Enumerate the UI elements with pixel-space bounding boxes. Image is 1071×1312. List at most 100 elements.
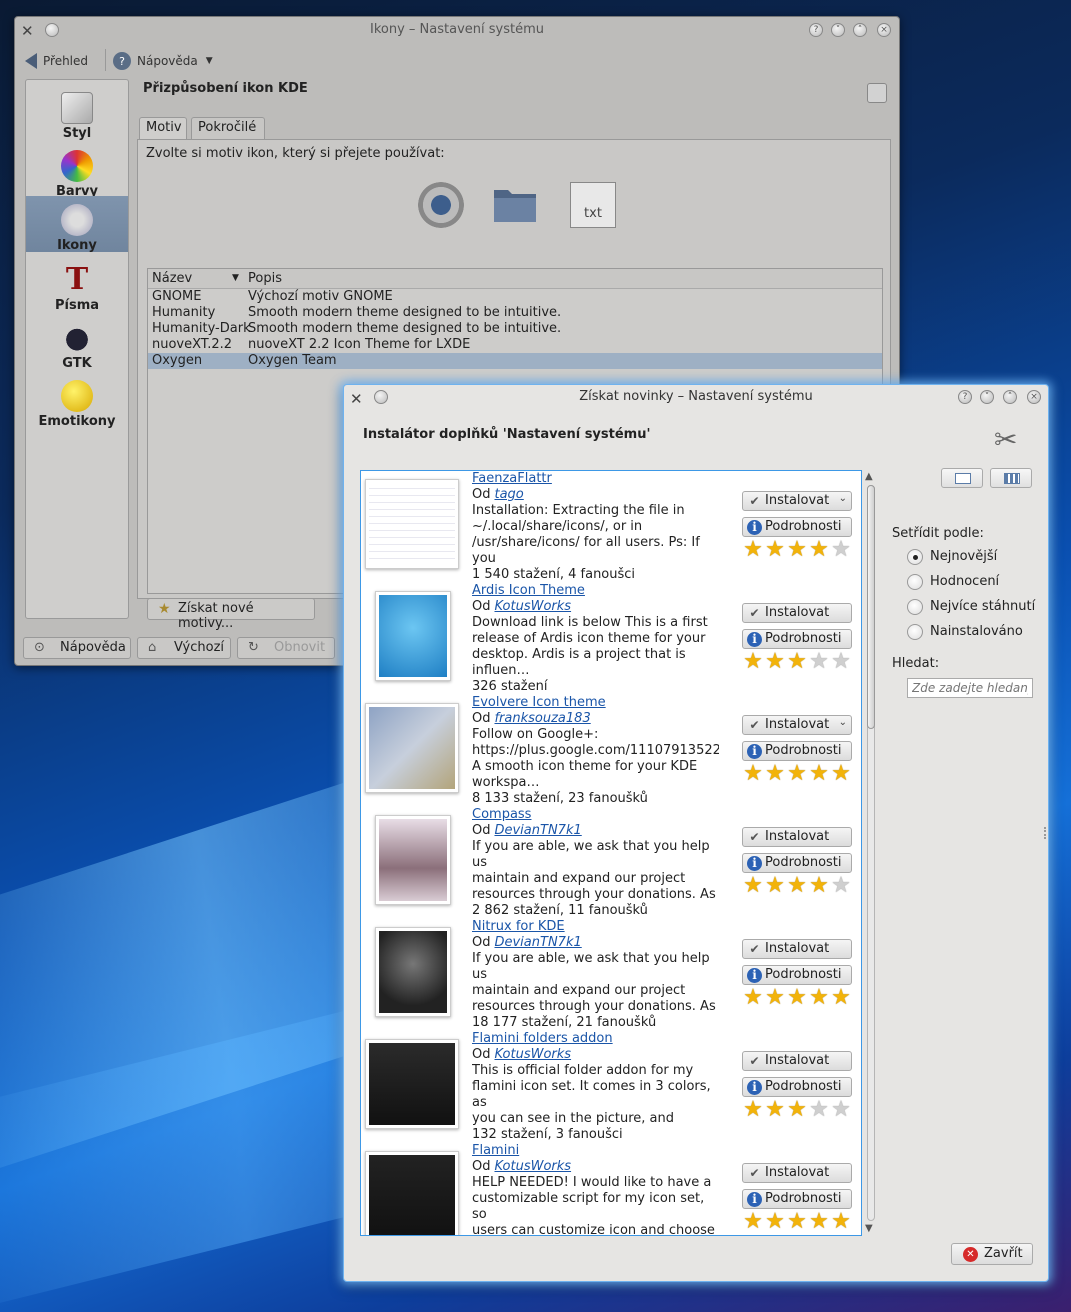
addon-thumbnail[interactable] xyxy=(365,1039,459,1129)
list-scrollbar[interactable]: ▲ ▼ xyxy=(864,471,878,1237)
sidebar-item-gtk[interactable]: GTK xyxy=(26,316,128,372)
sort-installed-radio[interactable] xyxy=(907,624,923,640)
tab-advanced[interactable]: Pokročilé xyxy=(191,117,265,139)
install-button[interactable]: ✔ Instalovat ⌄ xyxy=(742,491,852,511)
addon-author-link[interactable]: KotusWorks xyxy=(494,599,571,614)
install-button[interactable]: ✔ Instalovat xyxy=(742,939,852,959)
help-menu-button[interactable]: ? Nápověda ▼ xyxy=(113,49,213,73)
icons-view-button[interactable] xyxy=(990,468,1032,488)
addon-title-link[interactable]: Compass xyxy=(472,807,531,822)
details-label: Podrobnosti xyxy=(765,1079,842,1094)
addon-thumbnail[interactable] xyxy=(365,1151,459,1235)
minimize-icon[interactable]: ˅ xyxy=(980,390,994,404)
details-view-button[interactable] xyxy=(941,468,983,488)
titlebar[interactable]: ✕ Ikony – Nastavení systému ? ˅ ˄ × xyxy=(15,17,899,45)
addon-author-link[interactable]: KotusWorks xyxy=(494,1159,571,1174)
reset-button[interactable]: ↻ Obnovit xyxy=(237,637,335,659)
addon-title-link[interactable]: Evolvere Icon theme xyxy=(472,695,606,710)
addon-title-link[interactable]: Flamini folders addon xyxy=(472,1031,613,1046)
table-row[interactable]: GNOME Výchozí motiv GNOME xyxy=(148,289,882,305)
addon-title-link[interactable]: Nitrux for KDE xyxy=(472,919,565,934)
list-item[interactable]: Flamini folders addon Od KotusWorks This is… xyxy=(361,1031,861,1143)
help-button[interactable]: ⊙ Nápověda xyxy=(23,637,131,659)
close-icon[interactable]: × xyxy=(1027,390,1041,404)
install-button[interactable]: ✔ Instalovat xyxy=(742,1163,852,1183)
addon-thumbnail[interactable] xyxy=(375,927,451,1017)
help-icon[interactable]: ? xyxy=(809,23,823,37)
addon-thumbnail[interactable] xyxy=(375,815,451,905)
sort-installed-label[interactable]: Nainstalováno xyxy=(930,624,1023,639)
sort-downloads-label[interactable]: Nejvíce stáhnutí xyxy=(930,599,1035,614)
list-item[interactable]: Nitrux for KDE Od DevianTN7k1 If you are ab… xyxy=(361,919,861,1031)
details-label: Podrobnosti xyxy=(765,967,842,982)
list-item[interactable]: Compass Od DevianTN7k1 If you are able, we … xyxy=(361,807,861,919)
details-button[interactable]: i Podrobnosti xyxy=(742,741,852,761)
addon-author-link[interactable]: franksouza183 xyxy=(494,711,590,726)
configure-icon[interactable] xyxy=(867,83,887,103)
sort-downloads-radio[interactable] xyxy=(907,599,923,615)
details-button[interactable]: i Podrobnosti xyxy=(742,853,852,873)
sidebar-item-colors[interactable]: Barvy xyxy=(26,144,128,200)
addon-author-link[interactable]: DevianTN7k1 xyxy=(494,823,581,838)
table-row[interactable]: Humanity-Dark Smooth modern theme designe… xyxy=(148,321,882,337)
column-header-name[interactable]: Název xyxy=(152,271,192,286)
maximize-icon[interactable]: ˄ xyxy=(1003,390,1017,404)
theme-description: nuoveXT 2.2 Icon Theme for LXDE xyxy=(248,337,471,352)
get-new-themes-button[interactable]: ★ Získat nové motivy... xyxy=(147,598,315,631)
addon-thumbnail[interactable] xyxy=(365,479,459,569)
sidebar-item-fonts[interactable]: T Písma xyxy=(26,258,128,314)
scroll-up-icon[interactable]: ▲ xyxy=(865,471,873,482)
table-row-selected[interactable]: Oxygen Oxygen Team xyxy=(148,353,882,369)
details-button[interactable]: i Podrobnosti xyxy=(742,965,852,985)
sort-rating-radio[interactable] xyxy=(907,574,923,590)
list-item[interactable]: Flamini Od KotusWorks HELP NEEDED! I would … xyxy=(361,1143,861,1235)
chevron-down-icon[interactable]: ⌄ xyxy=(839,717,847,728)
install-button[interactable]: ✔ Instalovat xyxy=(742,1051,852,1071)
column-header-description[interactable]: Popis xyxy=(248,271,282,286)
search-input[interactable] xyxy=(907,678,1033,698)
overview-button[interactable]: Přehled xyxy=(25,49,88,73)
chevron-down-icon[interactable]: ⌄ xyxy=(839,493,847,504)
details-button[interactable]: i Podrobnosti xyxy=(742,629,852,649)
addon-title-link[interactable]: Flamini xyxy=(472,1143,519,1158)
sidebar-item-style[interactable]: Styl xyxy=(26,86,128,142)
table-row[interactable]: nuoveXT.2.2 nuoveXT 2.2 Icon Theme for LX… xyxy=(148,337,882,353)
addon-list[interactable]: FaenzaFlattr Od tago Installation: Extracti… xyxy=(360,470,862,1236)
addon-description: If you are able, we ask that you help us… xyxy=(472,839,716,902)
splitter-handle[interactable] xyxy=(1044,827,1048,839)
addon-author-link[interactable]: KotusWorks xyxy=(494,1047,571,1062)
install-button[interactable]: ✔ Instalovat ⌄ xyxy=(742,715,852,735)
maximize-icon[interactable]: ˄ xyxy=(853,23,867,37)
scrollbar-handle[interactable] xyxy=(867,485,875,729)
close-button[interactable]: ✕ Zavřít xyxy=(951,1243,1033,1265)
defaults-button[interactable]: ⌂ Výchozí xyxy=(137,637,231,659)
scroll-down-icon[interactable]: ▼ xyxy=(865,1223,873,1234)
addon-author-link[interactable]: DevianTN7k1 xyxy=(494,935,581,950)
addon-title-link[interactable]: FaenzaFlattr xyxy=(472,471,552,486)
sidebar-item-emoticons[interactable]: Emotikony xyxy=(26,374,128,430)
minimize-icon[interactable]: ˅ xyxy=(831,23,845,37)
sort-newest-radio[interactable] xyxy=(907,549,923,565)
install-button[interactable]: ✔ Instalovat xyxy=(742,827,852,847)
details-button[interactable]: i Podrobnosti xyxy=(742,1077,852,1097)
addon-author-link[interactable]: tago xyxy=(494,487,523,502)
table-row[interactable]: Humanity Smooth modern theme designed to … xyxy=(148,305,882,321)
titlebar[interactable]: ✕ Získat novinky – Nastavení systému ? ˅… xyxy=(344,385,1048,411)
rating-star-icon: ★ xyxy=(787,537,807,562)
sidebar-item-icons[interactable]: Ikony xyxy=(26,196,128,253)
list-item[interactable]: Evolvere Icon theme Od franksouza183 Follow… xyxy=(361,695,861,807)
close-icon[interactable]: × xyxy=(877,23,891,37)
details-button[interactable]: i Podrobnosti xyxy=(742,517,852,537)
addon-thumbnail[interactable] xyxy=(375,591,451,681)
sort-newest-label[interactable]: Nejnovější xyxy=(930,549,997,564)
details-button[interactable]: i Podrobnosti xyxy=(742,1189,852,1209)
list-item[interactable]: Ardis Icon Theme Od KotusWorks Download lin… xyxy=(361,583,861,695)
addon-title-link[interactable]: Ardis Icon Theme xyxy=(472,583,585,598)
install-button[interactable]: ✔ Instalovat xyxy=(742,603,852,623)
info-icon: i xyxy=(747,744,762,759)
addon-thumbnail[interactable] xyxy=(365,703,459,793)
help-icon[interactable]: ? xyxy=(958,390,972,404)
tab-theme[interactable]: Motiv xyxy=(139,117,187,140)
sort-rating-label[interactable]: Hodnocení xyxy=(930,574,999,589)
list-item[interactable]: FaenzaFlattr Od tago Installation: Extracti… xyxy=(361,471,861,583)
